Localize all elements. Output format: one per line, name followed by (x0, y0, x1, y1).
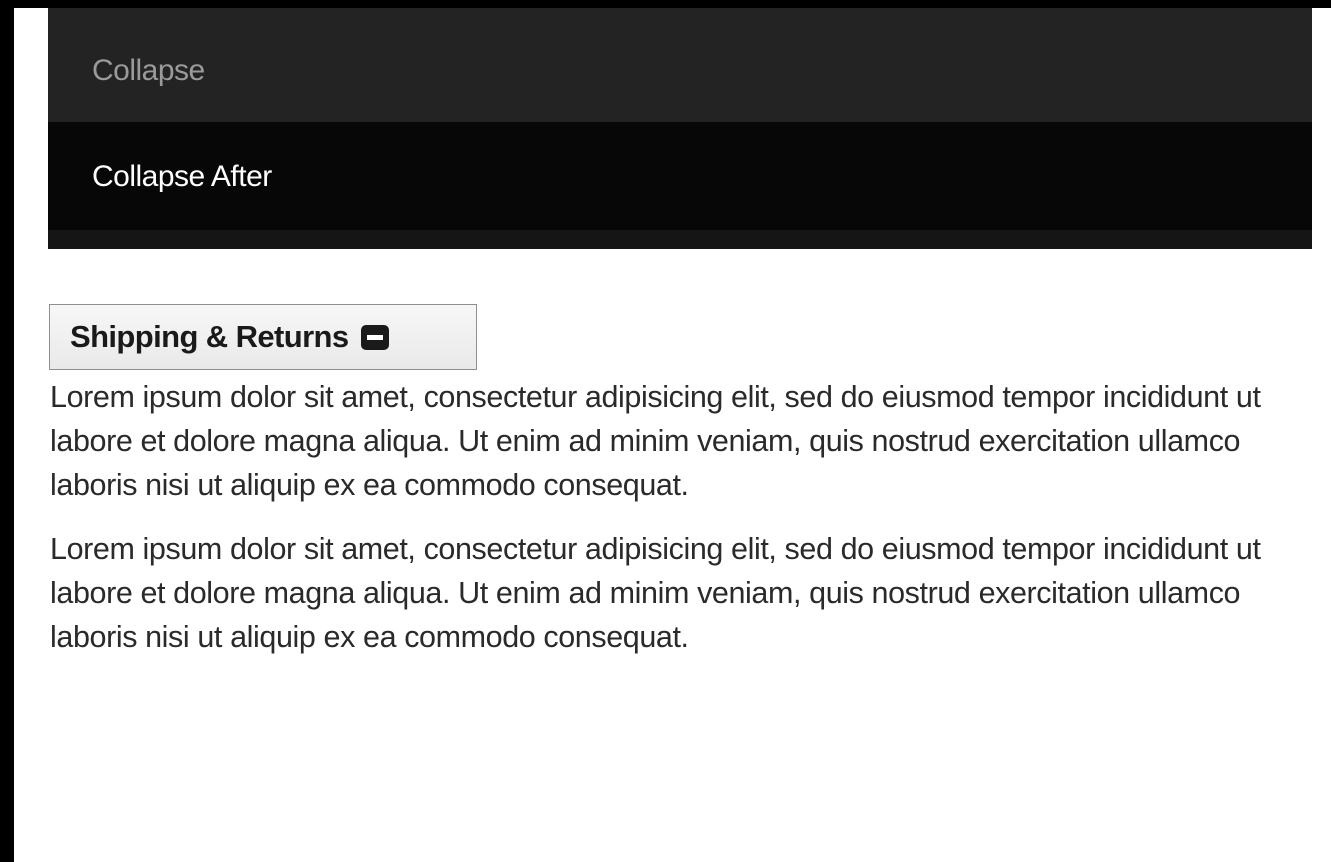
minus-square-icon (360, 324, 389, 350)
content-paragraph: Lorem ipsum dolor sit amet, consectetur … (50, 532, 1261, 654)
nav-item-collapse-after[interactable]: Collapse After (48, 122, 1312, 230)
toggle-button-label: Shipping & Returns (70, 319, 349, 354)
nav-bottom-bar (48, 230, 1312, 249)
nav-menu: Collapse Collapse After (48, 8, 1312, 249)
collapsible-content: Lorem ipsum dolor sit amet, consectetur … (50, 375, 1310, 679)
nav-item-collapse[interactable]: Collapse (48, 8, 1312, 122)
page: Collapse Collapse After Shipping & Retur… (14, 8, 1331, 862)
content-paragraph: Lorem ipsum dolor sit amet, consectetur … (50, 380, 1261, 502)
shipping-returns-toggle-button[interactable]: Shipping & Returns (49, 304, 477, 370)
